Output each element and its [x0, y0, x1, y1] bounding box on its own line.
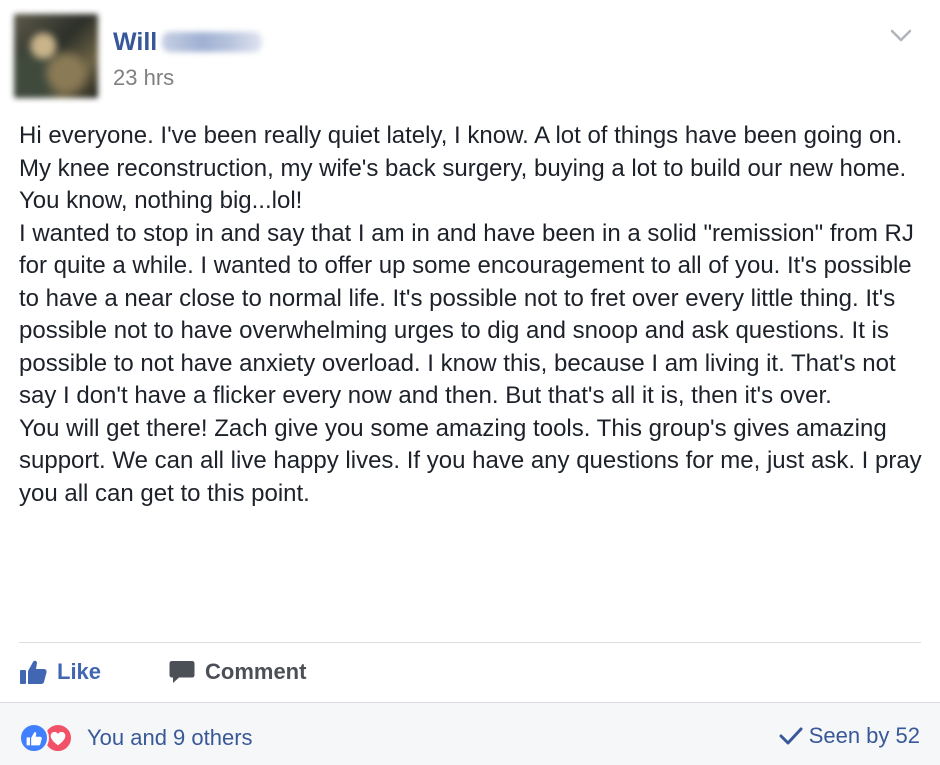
like-reaction-icon [19, 723, 49, 753]
actions-divider [19, 642, 921, 643]
like-button[interactable]: Like [19, 652, 101, 692]
post-paragraph: You will get there! Zach give you some a… [19, 414, 922, 507]
speech-bubble-icon [169, 661, 195, 683]
comment-label: Comment [205, 659, 307, 684]
post-actions: Like Comment [19, 652, 919, 692]
reactions-summary[interactable]: You and 9 others [19, 723, 253, 753]
post-body: Hi everyone. I've been really quiet late… [19, 120, 924, 510]
post-card: Will 23 hrs Hi everyone. I've been reall… [0, 0, 940, 765]
reaction-icons [19, 723, 79, 753]
like-label: Like [57, 659, 102, 684]
thumbs-up-icon [20, 660, 47, 684]
redacted-surname [162, 32, 262, 52]
chevron-down-icon[interactable] [888, 26, 914, 46]
post-paragraph: I wanted to stop in and say that I am in… [19, 219, 914, 410]
avatar[interactable] [14, 14, 98, 98]
seen-text: Seen by 52 [808, 723, 920, 748]
reactions-text: You and 9 others [87, 725, 253, 750]
post-paragraph: Hi everyone. I've been really quiet late… [19, 122, 907, 214]
checkmark-icon [779, 727, 803, 745]
post-header: Will 23 hrs [14, 14, 914, 104]
post-timestamp[interactable]: 23 hrs [113, 66, 174, 90]
comment-button[interactable]: Comment [169, 652, 306, 692]
post-footer: You and 9 others Seen by 52 [0, 702, 940, 765]
author-name[interactable]: Will [113, 28, 157, 56]
seen-by[interactable]: Seen by 52 [779, 723, 920, 749]
